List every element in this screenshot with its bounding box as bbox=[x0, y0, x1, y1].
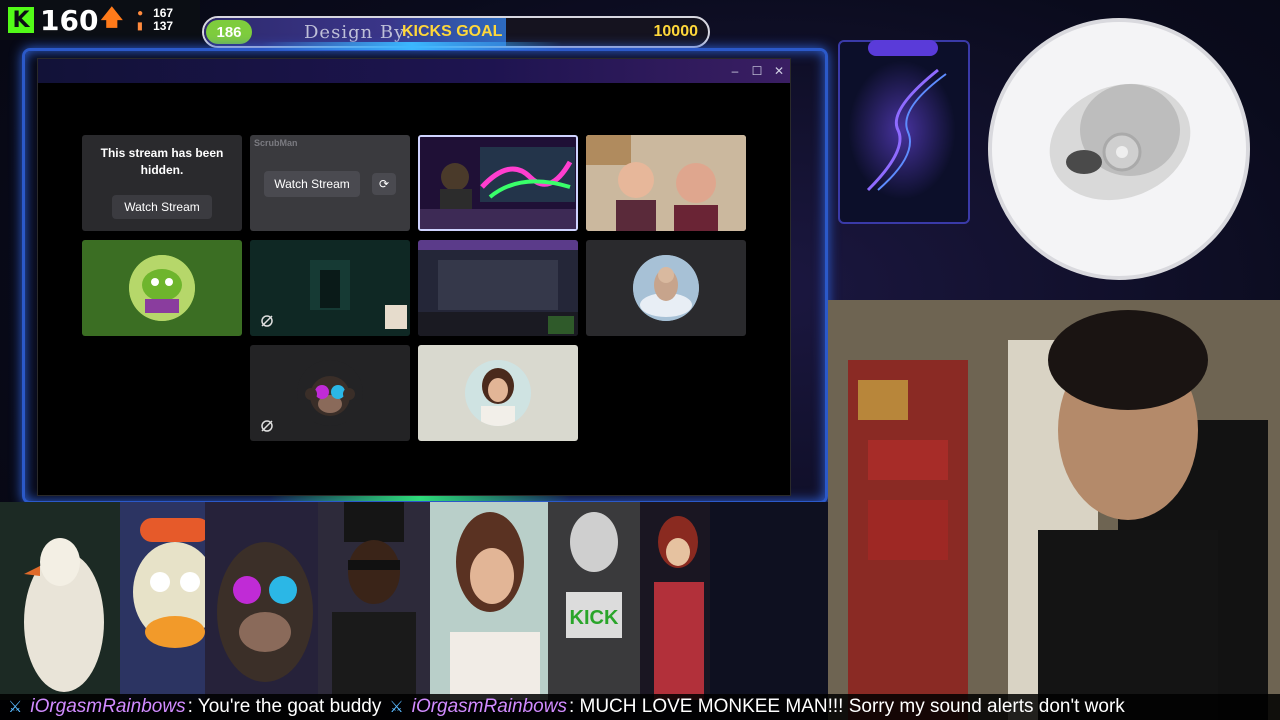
dna-visual bbox=[848, 60, 956, 200]
woman-photo bbox=[430, 502, 550, 700]
stream-thumbnail bbox=[418, 240, 578, 336]
woman-avatar bbox=[465, 360, 531, 426]
streamer-name: ScrubMan bbox=[254, 138, 298, 148]
minimize-icon[interactable]: – bbox=[724, 60, 746, 82]
stream-thumbnail bbox=[250, 240, 410, 336]
stream-tile-frog[interactable] bbox=[82, 240, 242, 336]
bar-chart-icon: ▮ bbox=[137, 21, 143, 32]
follower-count: 160 bbox=[40, 3, 99, 37]
stream-tile-scrubman: ScrubMan Watch Stream ⟳ bbox=[250, 135, 410, 231]
frame-accent-top bbox=[262, 42, 562, 50]
monkey-avatar bbox=[297, 360, 363, 426]
design-credit: Design By: bbox=[304, 22, 413, 43]
chat-message: : You're the goat buddy bbox=[187, 696, 382, 717]
sword-icon: ⚔ bbox=[8, 699, 23, 716]
frog-avatar bbox=[129, 255, 195, 321]
chat-username: iOrgasmRainbows bbox=[411, 696, 567, 717]
kick-stats-panel: K 160 🡅 ● 167 ▮ 137 bbox=[0, 0, 200, 40]
window-titlebar[interactable]: – ☐ ✕ bbox=[38, 59, 790, 83]
muted-icon[interactable] bbox=[260, 314, 274, 328]
hidden-message: This stream has been hidden. bbox=[100, 146, 224, 177]
chat-ticker: ⚔ iOrgasmRainbows : You're the goat budd… bbox=[0, 694, 1280, 720]
weedy-character bbox=[318, 502, 430, 700]
preview-frame-top bbox=[868, 40, 938, 56]
arrow-up-icon: 🡅 bbox=[100, 5, 124, 30]
monkey-character bbox=[205, 502, 325, 700]
maximize-icon[interactable]: ☐ bbox=[746, 60, 768, 82]
chat-username: iOrgasmRainbows bbox=[30, 696, 186, 717]
stream-tile-monkey[interactable] bbox=[250, 345, 410, 441]
person-icon: ● bbox=[137, 8, 144, 19]
webcam-feed bbox=[828, 300, 1280, 720]
close-icon[interactable]: ✕ bbox=[768, 60, 790, 82]
mini-stats: ● 167 ▮ 137 bbox=[137, 7, 173, 33]
face-sticker bbox=[988, 18, 1250, 280]
stream-thumbnail bbox=[420, 137, 576, 229]
svg-text:KICK: KICK bbox=[570, 607, 619, 629]
multistream-window: – ☐ ✕ This stream has been hidden. Watch… bbox=[37, 58, 791, 496]
chat-message: : MUCH LOVE MONKEE MAN!!! Sorry my sound… bbox=[568, 696, 1125, 717]
goal-label: KICKS GOAL bbox=[402, 23, 503, 40]
muted-icon[interactable] bbox=[260, 419, 274, 433]
stream-tile-hidden: This stream has been hidden. Watch Strea… bbox=[82, 135, 242, 231]
goal-target: 10000 bbox=[653, 23, 699, 40]
stream-tile-webcam[interactable] bbox=[586, 135, 746, 231]
sword-icon: ⚔ bbox=[389, 699, 404, 716]
goose-character bbox=[0, 502, 128, 700]
creature-avatar bbox=[633, 255, 699, 321]
stream-tile-gaming[interactable] bbox=[418, 135, 578, 231]
watch-stream-button[interactable]: Watch Stream bbox=[112, 195, 212, 219]
kick-figure: KICK bbox=[548, 502, 640, 700]
kick-logo-icon: K bbox=[8, 7, 34, 33]
character-strip: KICK bbox=[0, 502, 828, 700]
stream-tile-woman[interactable] bbox=[418, 345, 578, 441]
stream-tile-creature[interactable] bbox=[586, 240, 746, 336]
stream-tile-corridor[interactable] bbox=[250, 240, 410, 336]
watch-stream-button[interactable]: Watch Stream bbox=[264, 171, 360, 197]
refresh-icon[interactable]: ⟳ bbox=[372, 173, 396, 195]
stream-tile-fps[interactable] bbox=[418, 240, 578, 336]
stream-thumbnail bbox=[586, 135, 746, 231]
goal-current: 186 bbox=[206, 20, 252, 44]
stat-b: 137 bbox=[153, 19, 174, 33]
samurai-character bbox=[640, 502, 710, 700]
